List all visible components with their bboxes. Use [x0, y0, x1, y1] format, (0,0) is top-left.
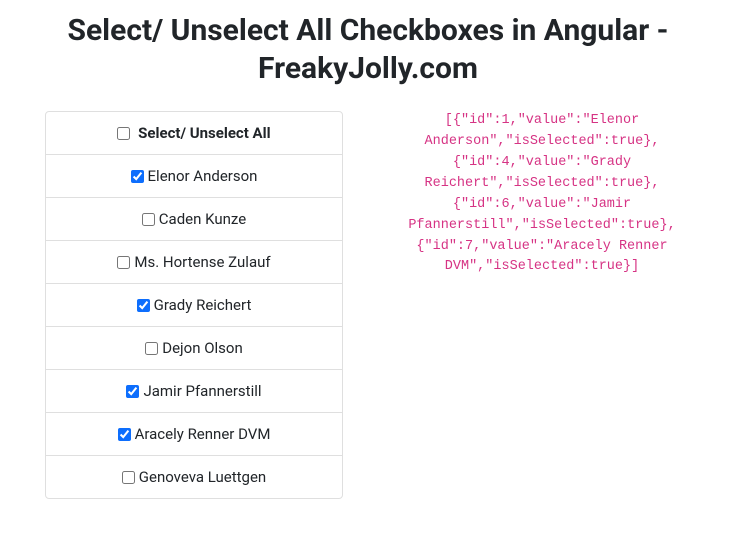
page-title: Select/ Unselect All Checkboxes in Angul…: [0, 12, 736, 87]
item-label[interactable]: Caden Kunze: [142, 210, 246, 228]
item-text: Elenor Anderson: [148, 167, 258, 185]
item-checkbox[interactable]: [126, 385, 139, 398]
list-item: Genoveva Luettgen: [46, 456, 342, 498]
list-item: Grady Reichert: [46, 284, 342, 327]
select-all-checkbox[interactable]: [117, 127, 130, 140]
item-checkbox[interactable]: [118, 428, 131, 441]
item-checkbox[interactable]: [122, 471, 135, 484]
list-item: Jamir Pfannerstill: [46, 370, 342, 413]
item-label[interactable]: Jamir Pfannerstill: [126, 382, 261, 400]
main-content: Select/ Unselect All Elenor Anderson Cade…: [0, 111, 736, 499]
item-text: Dejon Olson: [162, 339, 243, 357]
item-text: Aracely Renner DVM: [135, 425, 271, 443]
item-label[interactable]: Elenor Anderson: [131, 167, 258, 185]
item-checkbox[interactable]: [137, 299, 150, 312]
item-label[interactable]: Aracely Renner DVM: [118, 425, 271, 443]
checkbox-list: Select/ Unselect All Elenor Anderson Cade…: [45, 111, 343, 499]
item-text: Genoveva Luettgen: [139, 468, 266, 486]
item-label[interactable]: Grady Reichert: [137, 296, 252, 314]
item-text: Grady Reichert: [154, 296, 252, 314]
item-label[interactable]: Dejon Olson: [145, 339, 243, 357]
item-checkbox[interactable]: [145, 342, 158, 355]
select-all-row: Select/ Unselect All: [46, 112, 342, 155]
item-checkbox[interactable]: [131, 170, 144, 183]
select-all-label[interactable]: Select/ Unselect All: [117, 124, 270, 142]
item-text: Ms. Hortense Zulauf: [134, 253, 270, 271]
list-item: Elenor Anderson: [46, 155, 342, 198]
item-checkbox[interactable]: [142, 213, 155, 226]
select-all-text: Select/ Unselect All: [138, 124, 270, 142]
list-item: Ms. Hortense Zulauf: [46, 241, 342, 284]
item-label[interactable]: Genoveva Luettgen: [122, 468, 266, 486]
item-label[interactable]: Ms. Hortense Zulauf: [117, 253, 270, 271]
list-item: Dejon Olson: [46, 327, 342, 370]
json-output: [{"id":1,"value":"Elenor Anderson","isSe…: [378, 111, 706, 278]
item-checkbox[interactable]: [117, 256, 130, 269]
checkbox-column: Select/ Unselect All Elenor Anderson Cade…: [20, 111, 368, 499]
list-item: Aracely Renner DVM: [46, 413, 342, 456]
item-text: Caden Kunze: [159, 210, 246, 228]
list-item: Caden Kunze: [46, 198, 342, 241]
output-column: [{"id":1,"value":"Elenor Anderson","isSe…: [368, 111, 716, 499]
item-text: Jamir Pfannerstill: [143, 382, 261, 400]
